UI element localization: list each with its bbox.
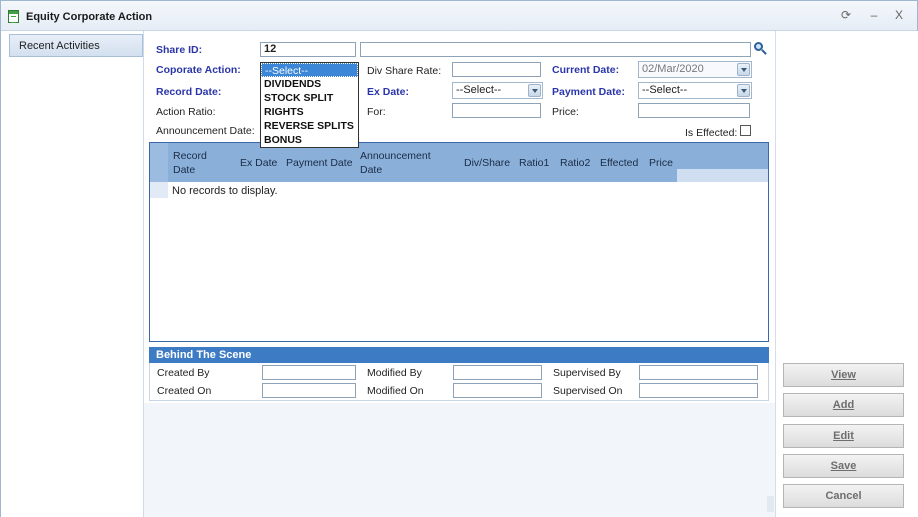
chevron-down-icon <box>737 84 750 97</box>
chevron-down-icon <box>737 63 750 76</box>
created-on-label: Created On <box>157 385 212 397</box>
share-name-input[interactable] <box>360 42 751 57</box>
supervised-on-input[interactable] <box>639 383 758 398</box>
left-navigation-pane: Recent Activities <box>1 31 144 517</box>
save-button[interactable]: Save <box>783 454 904 478</box>
ex-date-select[interactable]: --Select-- <box>452 82 543 99</box>
created-by-input[interactable] <box>262 365 356 380</box>
view-button-label: View <box>831 369 856 381</box>
view-button[interactable]: View <box>783 363 904 387</box>
modified-on-input[interactable] <box>453 383 542 398</box>
add-button[interactable]: Add <box>783 393 904 417</box>
save-button-label: Save <box>830 460 857 472</box>
price-input[interactable] <box>638 103 750 118</box>
supervised-by-label: Supervised By <box>553 367 621 379</box>
div-share-rate-label: Div Share Rate: <box>367 65 442 77</box>
record-date-label: Record Date: <box>156 86 222 98</box>
grid-header-filler <box>677 169 768 182</box>
column-header-line: Record <box>173 150 207 162</box>
dropdown-option-dividends[interactable]: DIVIDENDS <box>261 77 358 91</box>
minimize-button[interactable]: – <box>865 7 883 23</box>
edit-button-label: Edit <box>833 430 854 442</box>
grid-header: Record Date Ex Date Payment Date Announce… <box>150 143 768 182</box>
payment-date-value: --Select-- <box>642 84 688 96</box>
column-header-payment-date[interactable]: Payment Date <box>286 156 353 170</box>
sidebar-item-recent-activities[interactable]: Recent Activities <box>9 34 143 57</box>
column-header-announcement-date[interactable]: Announcement Date <box>360 149 431 177</box>
dropdown-option-rights[interactable]: RIGHTS <box>261 105 358 119</box>
announcement-date-label: Announcement Date: <box>156 125 255 137</box>
window-title: Equity Corporate Action <box>26 11 153 23</box>
grid-header-selector <box>150 143 168 182</box>
column-header-ex-date[interactable]: Ex Date <box>240 156 277 170</box>
refresh-icon[interactable]: ⟳ <box>837 7 855 23</box>
column-header-line: Date <box>173 164 196 176</box>
created-on-input[interactable] <box>262 383 356 398</box>
column-header-div-share[interactable]: Div/Share <box>464 156 510 170</box>
column-header-ratio1[interactable]: Ratio1 <box>519 156 549 170</box>
search-icon[interactable] <box>753 42 767 56</box>
supervised-on-label: Supervised On <box>553 385 623 397</box>
action-ratio-label: Action Ratio: <box>156 106 216 118</box>
div-share-rate-input[interactable] <box>452 62 541 77</box>
dropdown-option-reverse-splits[interactable]: REVERSE SPLITS <box>261 119 358 133</box>
column-header-line: Announcement <box>360 150 431 162</box>
current-date-field[interactable]: 02/Mar/2020 <box>638 61 752 78</box>
add-button-label: Add <box>832 399 855 411</box>
column-header-ratio2[interactable]: Ratio2 <box>560 156 590 170</box>
corporate-actions-grid: Record Date Ex Date Payment Date Announce… <box>149 142 769 342</box>
row-selector <box>150 182 168 198</box>
price-label: Price: <box>552 106 579 118</box>
dropdown-option-stock-split[interactable]: STOCK SPLIT <box>261 91 358 105</box>
column-header-line: Date <box>360 164 383 176</box>
created-by-label: Created By <box>157 367 210 379</box>
empty-grid-message: No records to display. <box>172 185 278 197</box>
modified-by-input[interactable] <box>453 365 542 380</box>
for-label: For: <box>367 106 386 118</box>
column-header-effected[interactable]: Effected <box>600 156 638 170</box>
corporate-action-label: Coporate Action: <box>156 64 241 76</box>
behind-the-scene-header: Behind The Scene <box>149 347 769 363</box>
edit-button[interactable]: Edit <box>783 424 904 448</box>
for-input[interactable] <box>452 103 541 118</box>
dropdown-option-select[interactable]: --Select-- <box>261 63 358 77</box>
column-header-record-date[interactable]: Record Date <box>173 149 207 177</box>
share-id-input[interactable]: 12 <box>260 42 356 57</box>
cancel-button[interactable]: Cancel <box>783 484 904 508</box>
ex-date-value: --Select-- <box>456 84 502 96</box>
current-date-label: Current Date: <box>552 64 620 76</box>
payment-date-select[interactable]: --Select-- <box>638 82 752 99</box>
close-button[interactable]: X <box>890 7 908 23</box>
dropdown-option-bonus[interactable]: BONUS <box>261 133 358 147</box>
chevron-down-icon <box>528 84 541 97</box>
is-effected-label: Is Effected: <box>685 127 738 139</box>
supervised-by-input[interactable] <box>639 365 758 380</box>
corporate-action-dropdown[interactable]: --Select-- DIVIDENDS STOCK SPLIT RIGHTS … <box>260 62 359 148</box>
main-footer-area <box>144 403 775 517</box>
modified-by-label: Modified By <box>367 367 422 379</box>
column-header-price[interactable]: Price <box>649 156 673 170</box>
current-date-value: 02/Mar/2020 <box>642 63 704 75</box>
app-form-icon <box>8 10 19 23</box>
share-id-label: Share ID: <box>156 44 203 56</box>
payment-date-label: Payment Date: <box>552 86 625 98</box>
ex-date-label: Ex Date: <box>367 86 410 98</box>
is-effected-checkbox[interactable] <box>740 125 751 136</box>
modified-on-label: Modified On <box>367 385 424 397</box>
title-bar: Equity Corporate Action ⟳ – X <box>1 1 917 31</box>
scroll-indicator <box>767 496 774 512</box>
